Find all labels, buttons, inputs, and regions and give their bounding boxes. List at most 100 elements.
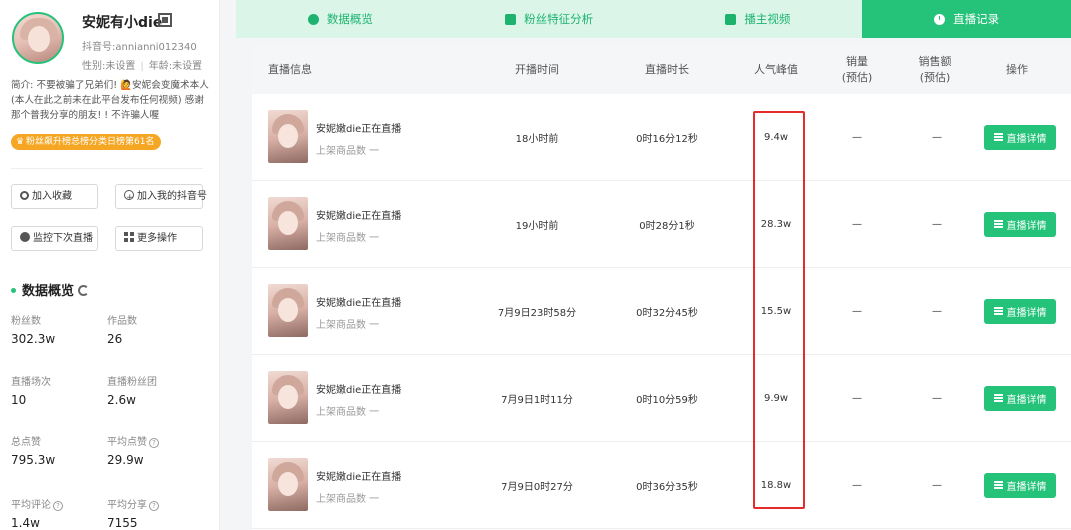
live-title[interactable]: 安妮嫩die正在直播 bbox=[316, 468, 401, 483]
tab-fan-analysis[interactable]: 粉丝特征分析 bbox=[445, 0, 654, 38]
revenue-value: — bbox=[932, 218, 942, 230]
live-thumbnail[interactable] bbox=[268, 284, 308, 337]
live-detail-button[interactable]: 直播详情 bbox=[984, 385, 1056, 411]
profile-meta: 性别:未设置 | 年龄:未设置 bbox=[82, 61, 203, 72]
more-actions-label: 更多操作 bbox=[137, 233, 177, 244]
revenue-value: — bbox=[932, 479, 942, 491]
live-title[interactable]: 安妮嫩die正在直播 bbox=[316, 381, 401, 396]
qr-code-icon[interactable] bbox=[158, 13, 172, 27]
table-row[interactable]: 安妮嫩die正在直播 上架商品数 一 7月9日0时27分 0时36分35秒 18… bbox=[252, 442, 1071, 529]
tab-bar: 数据概览 粉丝特征分析 播主视频 直播记录 bbox=[236, 0, 1071, 38]
refresh-icon[interactable] bbox=[78, 285, 90, 296]
start-time: 7月9日0时27分 bbox=[501, 481, 573, 493]
revenue-value: — bbox=[932, 131, 942, 143]
monitor-icon bbox=[20, 232, 30, 242]
help-icon[interactable]: ? bbox=[149, 438, 159, 448]
list-icon bbox=[993, 133, 1003, 141]
stat-avg-shares: 平均分享? 7155 bbox=[107, 496, 197, 530]
table-row[interactable]: 安妮嫩die正在直播 上架商品数 一 18小时前 0时16分12秒 9.4w —… bbox=[252, 94, 1071, 181]
help-icon[interactable]: ? bbox=[53, 501, 63, 511]
monitor-live-label: 监控下次直播 bbox=[33, 233, 93, 244]
stat-label: 粉丝数 bbox=[11, 316, 41, 327]
header-duration[interactable]: 直播时长 bbox=[617, 46, 717, 94]
stat-value: 26 bbox=[107, 332, 123, 346]
list-icon bbox=[993, 307, 1003, 315]
pie-chart-icon bbox=[307, 13, 319, 25]
stat-label-text: 平均评论 bbox=[11, 500, 51, 511]
avatar[interactable] bbox=[12, 12, 64, 64]
add-favorite-button[interactable]: 加入收藏 bbox=[11, 184, 98, 209]
revenue-value: — bbox=[932, 392, 942, 404]
stat-value: 10 bbox=[11, 393, 27, 407]
douyin-id: 抖音号:annianni012340 bbox=[82, 42, 197, 53]
header-revenue-sub: (预估) bbox=[919, 71, 951, 84]
live-detail-button[interactable]: 直播详情 bbox=[984, 298, 1056, 324]
add-favorite-label: 加入收藏 bbox=[32, 191, 72, 202]
help-icon[interactable]: ? bbox=[149, 501, 159, 511]
rank-badge[interactable]: ♛ 粉丝飙升榜总榜分类日榜第61名 bbox=[11, 134, 162, 150]
stat-label-text: 平均分享 bbox=[107, 500, 147, 511]
stat-value: 302.3w bbox=[11, 332, 56, 346]
live-detail-button[interactable]: 直播详情 bbox=[984, 211, 1056, 237]
duration: 0时28分1秒 bbox=[639, 220, 695, 232]
tab-data-overview[interactable]: 数据概览 bbox=[236, 0, 445, 38]
list-icon bbox=[993, 220, 1003, 228]
header-live-info[interactable]: 直播信息 bbox=[268, 46, 388, 94]
sales-value: — bbox=[852, 479, 862, 491]
header-start-time[interactable]: 开播时间 bbox=[487, 46, 587, 94]
person-card-icon bbox=[505, 13, 517, 25]
stat-value: 1.4w bbox=[11, 516, 40, 530]
tab-label: 播主视频 bbox=[744, 12, 791, 26]
sales-value: — bbox=[852, 392, 862, 404]
stat-label-text: 平均点赞 bbox=[107, 437, 147, 448]
live-thumbnail[interactable] bbox=[268, 371, 308, 424]
header-peak-popularity[interactable]: 人气峰值 bbox=[736, 46, 816, 94]
tab-label: 数据概览 bbox=[326, 12, 373, 26]
stat-works: 作品数 26 bbox=[107, 312, 197, 346]
live-detail-label: 直播详情 bbox=[1006, 307, 1047, 319]
table-row[interactable]: 安妮嫩die正在直播 上架商品数 一 7月9日1时11分 0时10分59秒 9.… bbox=[252, 355, 1071, 442]
live-records-table: 直播信息 开播时间 直播时长 人气峰值 销量 (预估) 销售额 (预估) 操作 安妮… bbox=[252, 46, 1071, 530]
profile-sidebar: 安妮有小die 抖音号:annianni012340 性别:未设置 | 年龄:未设置… bbox=[0, 0, 220, 530]
stat-fans: 粉丝数 302.3w bbox=[11, 312, 101, 346]
duration: 0时36分35秒 bbox=[636, 481, 698, 493]
live-thumbnail[interactable] bbox=[268, 110, 308, 163]
overview-title: 数据概览 bbox=[11, 280, 90, 299]
live-detail-button[interactable]: 直播详情 bbox=[984, 124, 1056, 150]
stat-value: 795.3w bbox=[11, 453, 56, 467]
add-my-account-button[interactable]: 加入我的抖音号 bbox=[115, 184, 207, 210]
table-header: 直播信息 开播时间 直播时长 人气峰值 销量 (预估) 销售额 (预估) 操作 bbox=[252, 46, 1071, 94]
stat-label: 总点赞 bbox=[11, 437, 41, 448]
profile-bio: 简介: 不要被骗了兄弟们! 🙋安妮会变魔术本人 (本人在此之前未在此平台发布任何… bbox=[11, 80, 209, 121]
live-title[interactable]: 安妮嫩die正在直播 bbox=[316, 294, 401, 309]
live-title[interactable]: 安妮嫩die正在直播 bbox=[316, 120, 401, 135]
operation-cell: 直播详情 bbox=[980, 268, 1060, 354]
stat-label: 平均分享? bbox=[107, 496, 197, 511]
tab-live-records[interactable]: 直播记录 bbox=[862, 0, 1071, 38]
live-detail-button[interactable]: 直播详情 bbox=[984, 472, 1056, 498]
sales-value: — bbox=[852, 305, 862, 317]
duration: 0时32分45秒 bbox=[636, 307, 698, 319]
live-thumbnail[interactable] bbox=[268, 458, 308, 511]
header-sales-sub: (预估) bbox=[841, 71, 873, 84]
monitor-live-button[interactable]: 监控下次直播 bbox=[11, 226, 98, 251]
table-row[interactable]: 安妮嫩die正在直播 上架商品数 一 7月9日23时58分 0时32分45秒 1… bbox=[252, 268, 1071, 355]
tab-creator-videos[interactable]: 播主视频 bbox=[654, 0, 863, 38]
stat-label: 直播场次 bbox=[11, 377, 51, 388]
age-label: 年龄:未设置 bbox=[148, 61, 203, 72]
table-row[interactable]: 安妮嫩die正在直播 上架商品数 一 19小时前 0时28分1秒 28.3w —… bbox=[252, 181, 1071, 268]
header-sales[interactable]: 销量 (预估) bbox=[817, 46, 897, 94]
tab-label: 直播记录 bbox=[953, 12, 1000, 26]
video-icon bbox=[725, 13, 737, 25]
live-title[interactable]: 安妮嫩die正在直播 bbox=[316, 207, 401, 222]
live-detail-label: 直播详情 bbox=[1006, 481, 1047, 493]
live-thumbnail[interactable] bbox=[268, 197, 308, 250]
stat-avg-comments: 平均评论? 1.4w bbox=[11, 496, 101, 530]
header-revenue[interactable]: 销售额 (预估) bbox=[895, 46, 975, 94]
stat-label: 平均评论? bbox=[11, 496, 101, 511]
more-actions-button[interactable]: 更多操作 bbox=[115, 226, 203, 251]
stat-value: 7155 bbox=[107, 516, 138, 530]
sales-value: — bbox=[852, 131, 862, 143]
header-sales-label: 销量 bbox=[846, 55, 868, 68]
header-operation: 操作 bbox=[1006, 63, 1028, 76]
